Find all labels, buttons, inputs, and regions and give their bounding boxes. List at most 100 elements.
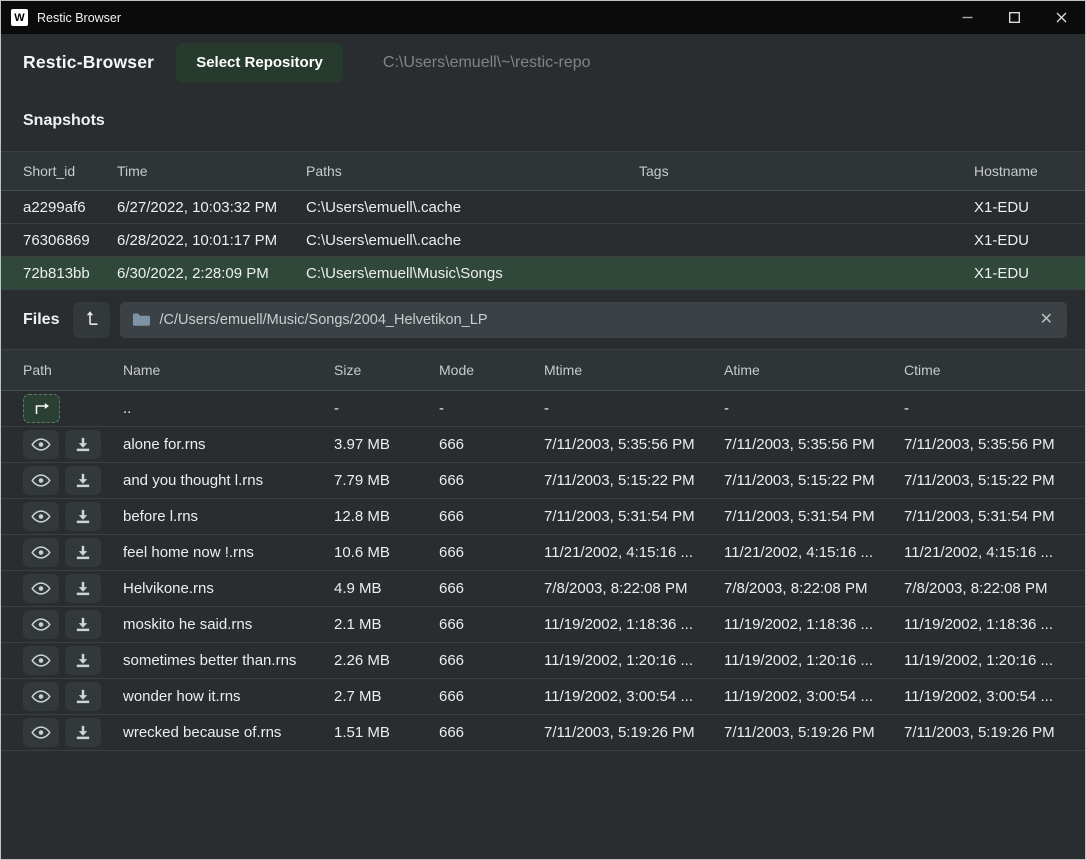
- download-file-button[interactable]: [65, 466, 101, 495]
- files-table-body: .. - - - - - alone for.rns 3.97 MB 666 7…: [1, 391, 1085, 751]
- file-atime: -: [724, 400, 904, 417]
- file-ctime: -: [904, 400, 1063, 417]
- download-icon: [75, 437, 91, 452]
- file-name[interactable]: feel home now !.rns: [123, 544, 334, 561]
- app-logo-icon: W: [11, 9, 28, 26]
- eye-icon: [31, 437, 51, 452]
- download-icon: [75, 545, 91, 560]
- preview-file-button[interactable]: [23, 502, 59, 531]
- path-input[interactable]: /C/Users/emuell/Music/Songs/2004_Helveti…: [120, 302, 1067, 338]
- preview-file-button[interactable]: [23, 466, 59, 495]
- file-ctime: 11/19/2002, 3:00:54 ...: [904, 688, 1063, 705]
- clear-path-button[interactable]: ✕: [1038, 312, 1055, 328]
- file-ctime: 7/11/2003, 5:15:22 PM: [904, 472, 1063, 489]
- file-mode: 666: [439, 616, 544, 633]
- select-repository-button[interactable]: Select Repository: [176, 43, 343, 83]
- snapshot-short-id: a2299af6: [23, 199, 117, 216]
- snapshot-short-id: 76306869: [23, 232, 117, 249]
- eye-icon: [31, 545, 51, 560]
- download-file-button[interactable]: [65, 610, 101, 639]
- snapshot-paths: C:\Users\emuell\.cache: [306, 199, 639, 216]
- snapshot-time: 6/30/2022, 2:28:09 PM: [117, 265, 306, 282]
- file-size: 4.9 MB: [334, 580, 439, 597]
- files-table-header: PathNameSizeModeMtimeAtimeCtime: [1, 349, 1085, 391]
- files-section-title: Files: [23, 311, 59, 329]
- file-mode: 666: [439, 436, 544, 453]
- current-path-text: /C/Users/emuell/Music/Songs/2004_Helveti…: [159, 312, 1028, 328]
- file-name[interactable]: wrecked because of.rns: [123, 724, 334, 741]
- preview-file-button[interactable]: [23, 682, 59, 711]
- preview-file-button[interactable]: [23, 574, 59, 603]
- repository-path[interactable]: C:\Users\emuell\~\restic-repo: [383, 54, 591, 72]
- maximize-button[interactable]: [991, 1, 1038, 34]
- eye-icon: [31, 653, 51, 668]
- eye-icon: [31, 617, 51, 632]
- file-atime: 11/19/2002, 1:20:16 ...: [724, 652, 904, 669]
- download-icon: [75, 581, 91, 596]
- download-file-button[interactable]: [65, 538, 101, 567]
- file-mode: 666: [439, 688, 544, 705]
- snapshots-section-title: Snapshots: [1, 91, 1085, 151]
- file-name[interactable]: wonder how it.rns: [123, 688, 334, 705]
- eye-icon: [31, 689, 51, 704]
- snapshot-row[interactable]: a2299af6 6/27/2022, 10:03:32 PM C:\Users…: [1, 191, 1085, 224]
- file-size: 10.6 MB: [334, 544, 439, 561]
- close-button[interactable]: [1038, 1, 1085, 34]
- preview-file-button[interactable]: [23, 646, 59, 675]
- files-col-path: Path: [23, 362, 123, 378]
- download-file-button[interactable]: [65, 430, 101, 459]
- download-file-button[interactable]: [65, 682, 101, 711]
- file-name[interactable]: sometimes better than.rns: [123, 652, 334, 669]
- file-name[interactable]: and you thought l.rns: [123, 472, 334, 489]
- snapshot-time: 6/28/2022, 10:01:17 PM: [117, 232, 306, 249]
- close-icon: [1056, 12, 1067, 23]
- download-file-button[interactable]: [65, 502, 101, 531]
- preview-file-button[interactable]: [23, 610, 59, 639]
- go-up-directory-button[interactable]: [23, 394, 60, 423]
- file-name[interactable]: alone for.rns: [123, 436, 334, 453]
- file-row: before l.rns 12.8 MB 666 7/11/2003, 5:31…: [1, 499, 1085, 535]
- file-size: 12.8 MB: [334, 508, 439, 525]
- file-mtime: 7/11/2003, 5:19:26 PM: [544, 724, 724, 741]
- file-mtime: 11/19/2002, 1:18:36 ...: [544, 616, 724, 633]
- file-row: alone for.rns 3.97 MB 666 7/11/2003, 5:3…: [1, 427, 1085, 463]
- download-file-button[interactable]: [65, 646, 101, 675]
- preview-file-button[interactable]: [23, 718, 59, 747]
- file-name[interactable]: before l.rns: [123, 508, 334, 525]
- files-col-size: Size: [334, 362, 439, 378]
- file-ctime: 7/11/2003, 5:31:54 PM: [904, 508, 1063, 525]
- preview-file-button[interactable]: [23, 430, 59, 459]
- download-file-button[interactable]: [65, 574, 101, 603]
- file-name[interactable]: moskito he said.rns: [123, 616, 334, 633]
- file-atime: 7/11/2003, 5:19:26 PM: [724, 724, 904, 741]
- download-file-button[interactable]: [65, 718, 101, 747]
- snapshot-hostname: X1-EDU: [974, 232, 1063, 249]
- snapshot-time: 6/27/2022, 10:03:32 PM: [117, 199, 306, 216]
- file-name[interactable]: ..: [123, 400, 334, 417]
- eye-icon: [31, 473, 51, 488]
- file-mode: 666: [439, 580, 544, 597]
- file-ctime: 11/21/2002, 4:15:16 ...: [904, 544, 1063, 561]
- file-mode: 666: [439, 724, 544, 741]
- empty-area: [1, 751, 1085, 859]
- download-icon: [75, 689, 91, 704]
- files-col-ctime: Ctime: [904, 362, 1063, 378]
- file-atime: 11/19/2002, 1:18:36 ...: [724, 616, 904, 633]
- level-up-icon: [84, 310, 100, 329]
- maximize-icon: [1009, 12, 1020, 23]
- snapshot-row[interactable]: 76306869 6/28/2022, 10:01:17 PM C:\Users…: [1, 224, 1085, 257]
- preview-file-button[interactable]: [23, 538, 59, 567]
- file-mtime: 11/21/2002, 4:15:16 ...: [544, 544, 724, 561]
- snapshots-col-paths: Paths: [306, 163, 639, 179]
- file-name[interactable]: Helvikone.rns: [123, 580, 334, 597]
- minimize-button[interactable]: [944, 1, 991, 34]
- file-mtime: 7/11/2003, 5:15:22 PM: [544, 472, 724, 489]
- snapshots-table-header: Short_idTimePathsTagsHostname: [1, 151, 1085, 191]
- go-to-root-button[interactable]: [73, 302, 110, 338]
- snapshot-paths: C:\Users\emuell\Music\Songs: [306, 265, 639, 282]
- file-ctime: 11/19/2002, 1:18:36 ...: [904, 616, 1063, 633]
- file-row: wrecked because of.rns 1.51 MB 666 7/11/…: [1, 715, 1085, 751]
- file-row: and you thought l.rns 7.79 MB 666 7/11/2…: [1, 463, 1085, 499]
- snapshot-row[interactable]: 72b813bb 6/30/2022, 2:28:09 PM C:\Users\…: [1, 257, 1085, 290]
- file-atime: 7/11/2003, 5:35:56 PM: [724, 436, 904, 453]
